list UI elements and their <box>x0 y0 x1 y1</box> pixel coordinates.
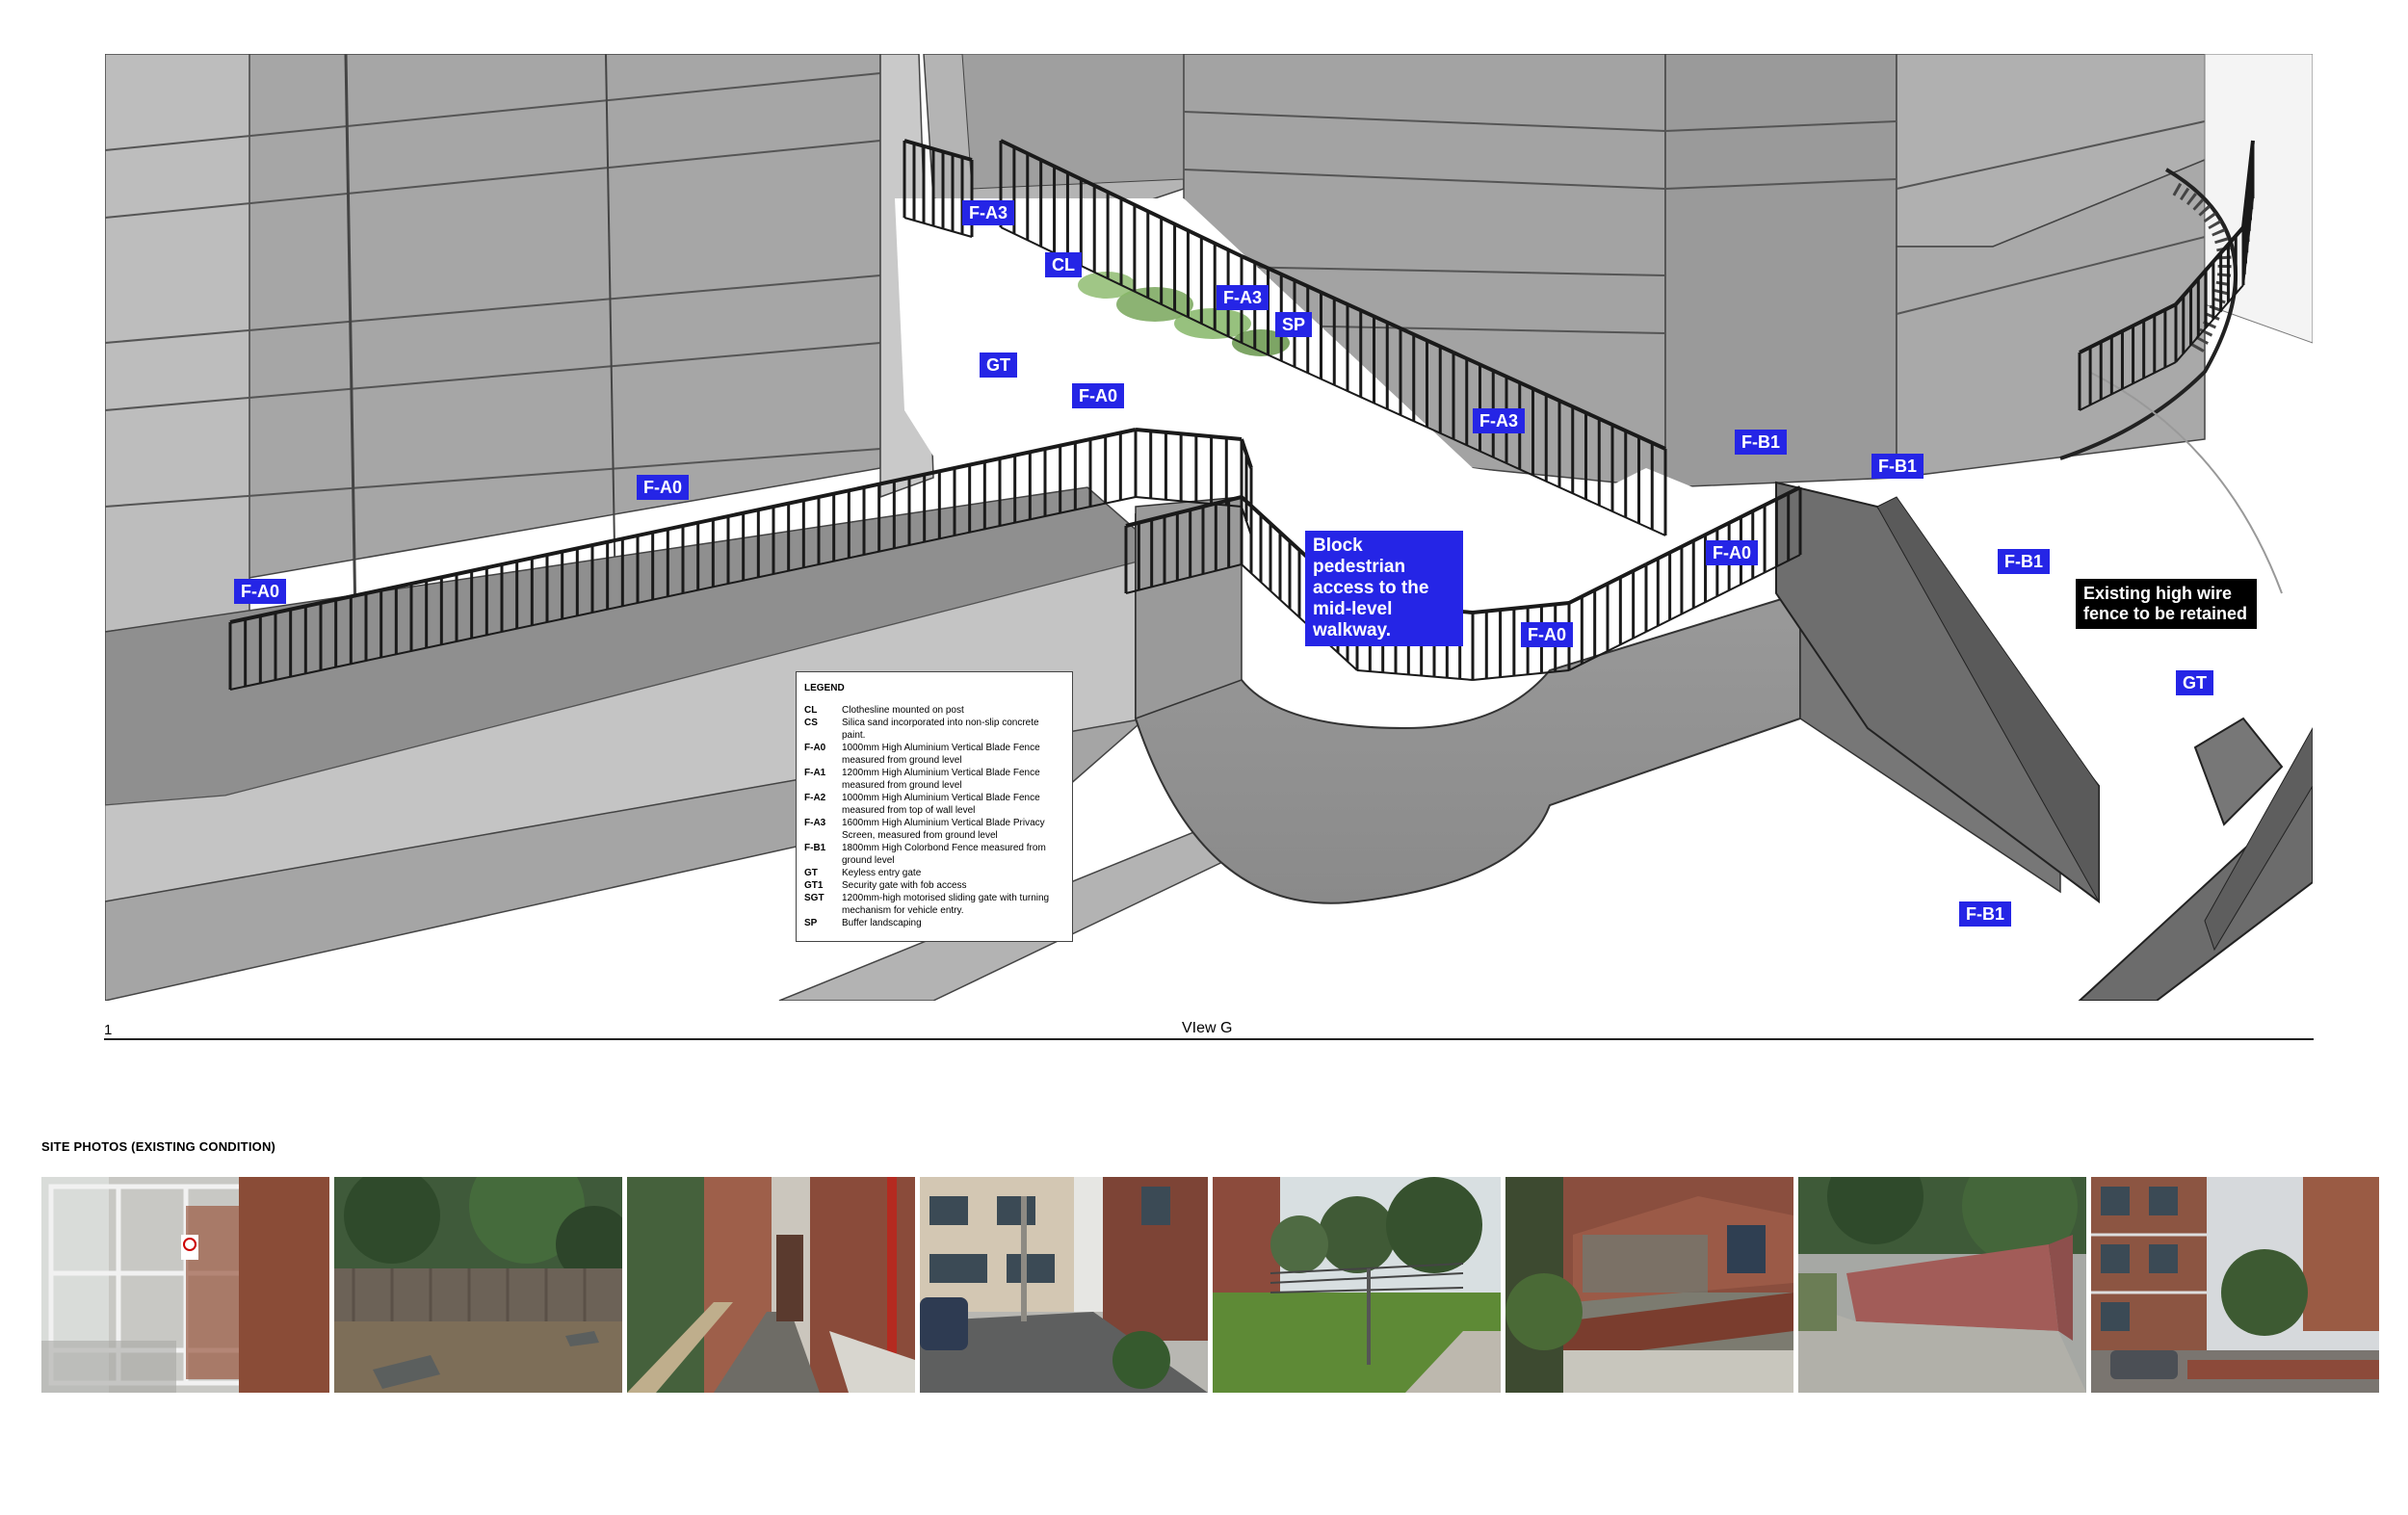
callout-fb1-bottom: F-B1 <box>1959 901 2011 927</box>
callout-fa0-bottom: F-A0 <box>1521 622 1573 647</box>
callout-gt-right: GT <box>2176 670 2213 695</box>
site-photo-3 <box>627 1177 915 1393</box>
legend-code: SGT <box>804 893 824 903</box>
callout-fa0-left: F-A0 <box>637 475 689 500</box>
legend-title: LEGEND <box>804 683 845 693</box>
legend-description: 1000mm High Aluminium Vertical Blade Fen… <box>842 743 1040 766</box>
legend-list: CL Clothesline mounted on post CS Silica sa… <box>804 704 1064 929</box>
legend-description: 1600mm High Aluminium Vertical Blade Pri… <box>842 818 1045 841</box>
legend-item: GT Keyless entry gate <box>804 867 1064 879</box>
view-g-model <box>105 54 2313 1001</box>
legend-description: 1200mm-high motorised sliding gate with … <box>842 893 1050 916</box>
legend-code: CL <box>804 705 818 716</box>
site-photo-1 <box>41 1177 329 1393</box>
legend-item: CS Silica sand incorporated into non-slip… <box>804 717 1064 742</box>
site-photo-7 <box>1798 1177 2086 1393</box>
legend-item: F-B1 1800mm High Colorbond Fence measured… <box>804 842 1064 867</box>
site-photo-5 <box>1213 1177 1501 1393</box>
legend-code: CS <box>804 718 818 728</box>
view-title: VIew G <box>1182 1020 1233 1036</box>
legend-code: GT <box>804 868 818 878</box>
legend-code: F-B1 <box>804 843 826 853</box>
legend-code: GT1 <box>804 880 824 891</box>
callout-fa3-mid: F-A3 <box>1217 285 1269 310</box>
callout-fb1-c: F-B1 <box>1998 549 2050 574</box>
legend-code: F-A1 <box>804 768 826 778</box>
site-photos-heading: SITE PHOTOS (EXISTING CONDITION) <box>41 1139 276 1154</box>
site-photo-2 <box>334 1177 622 1393</box>
view-g-render: F-A3 CL F-A3 SP GT F-A0 F-A0 F-A0 F-A3 F… <box>105 54 2313 1001</box>
legend-description: Clothesline mounted on post <box>842 705 964 716</box>
callout-fa3-right: F-A3 <box>1473 408 1525 433</box>
callout-cl: CL <box>1045 252 1082 277</box>
legend-description: Buffer landscaping <box>842 918 922 928</box>
note-existing-fence: Existing high wire fence to be retained <box>2076 579 2257 629</box>
legend-description: Security gate with fob access <box>842 880 967 891</box>
callout-fb1-a: F-B1 <box>1735 430 1787 455</box>
legend-item: SP Buffer landscaping <box>804 917 1064 929</box>
legend-description: 1000mm High Aluminium Vertical Blade Fen… <box>842 793 1040 816</box>
legend-item: F-A2 1000mm High Aluminium Vertical Blade… <box>804 792 1064 817</box>
legend-code: F-A3 <box>804 818 826 828</box>
note-block-pedestrian: Block pedestrian access to the mid-level… <box>1305 531 1463 646</box>
legend-item: CL Clothesline mounted on post <box>804 704 1064 717</box>
site-photo-4 <box>920 1177 1208 1393</box>
view-number: 1 <box>104 1022 113 1038</box>
legend-item: F-A3 1600mm High Aluminium Vertical Blade… <box>804 817 1064 842</box>
legend-box: LEGEND CL Clothesline mounted on post CS Si… <box>796 671 1073 942</box>
legend-item: SGT 1200mm-high motorised sliding gate wi… <box>804 892 1064 917</box>
legend-description: 1200mm High Aluminium Vertical Blade Fen… <box>842 768 1040 791</box>
legend-code: F-A2 <box>804 793 826 803</box>
callout-gt-top: GT <box>980 353 1017 378</box>
callout-fa0-right: F-A0 <box>1706 540 1758 565</box>
legend-description: Silica sand incorporated into non-slip c… <box>842 718 1039 741</box>
callout-sp: SP <box>1275 312 1313 337</box>
caption-rule <box>104 1038 2314 1040</box>
callout-fa0-far-left: F-A0 <box>234 579 286 604</box>
callout-fa0-top: F-A0 <box>1072 383 1124 408</box>
legend-item: F-A0 1000mm High Aluminium Vertical Blade… <box>804 742 1064 767</box>
legend-item: GT1 Security gate with fob access <box>804 879 1064 892</box>
legend-code: F-A0 <box>804 743 826 753</box>
site-photo-8 <box>2091 1177 2379 1393</box>
legend-code: SP <box>804 918 818 928</box>
callout-fb1-b: F-B1 <box>1871 454 1924 479</box>
legend-description: Keyless entry gate <box>842 868 922 878</box>
callout-fa3-top: F-A3 <box>962 200 1014 225</box>
site-photo-6 <box>1505 1177 1793 1393</box>
legend-description: 1800mm High Colorbond Fence measured fro… <box>842 843 1046 866</box>
legend-item: F-A1 1200mm High Aluminium Vertical Blade… <box>804 767 1064 792</box>
